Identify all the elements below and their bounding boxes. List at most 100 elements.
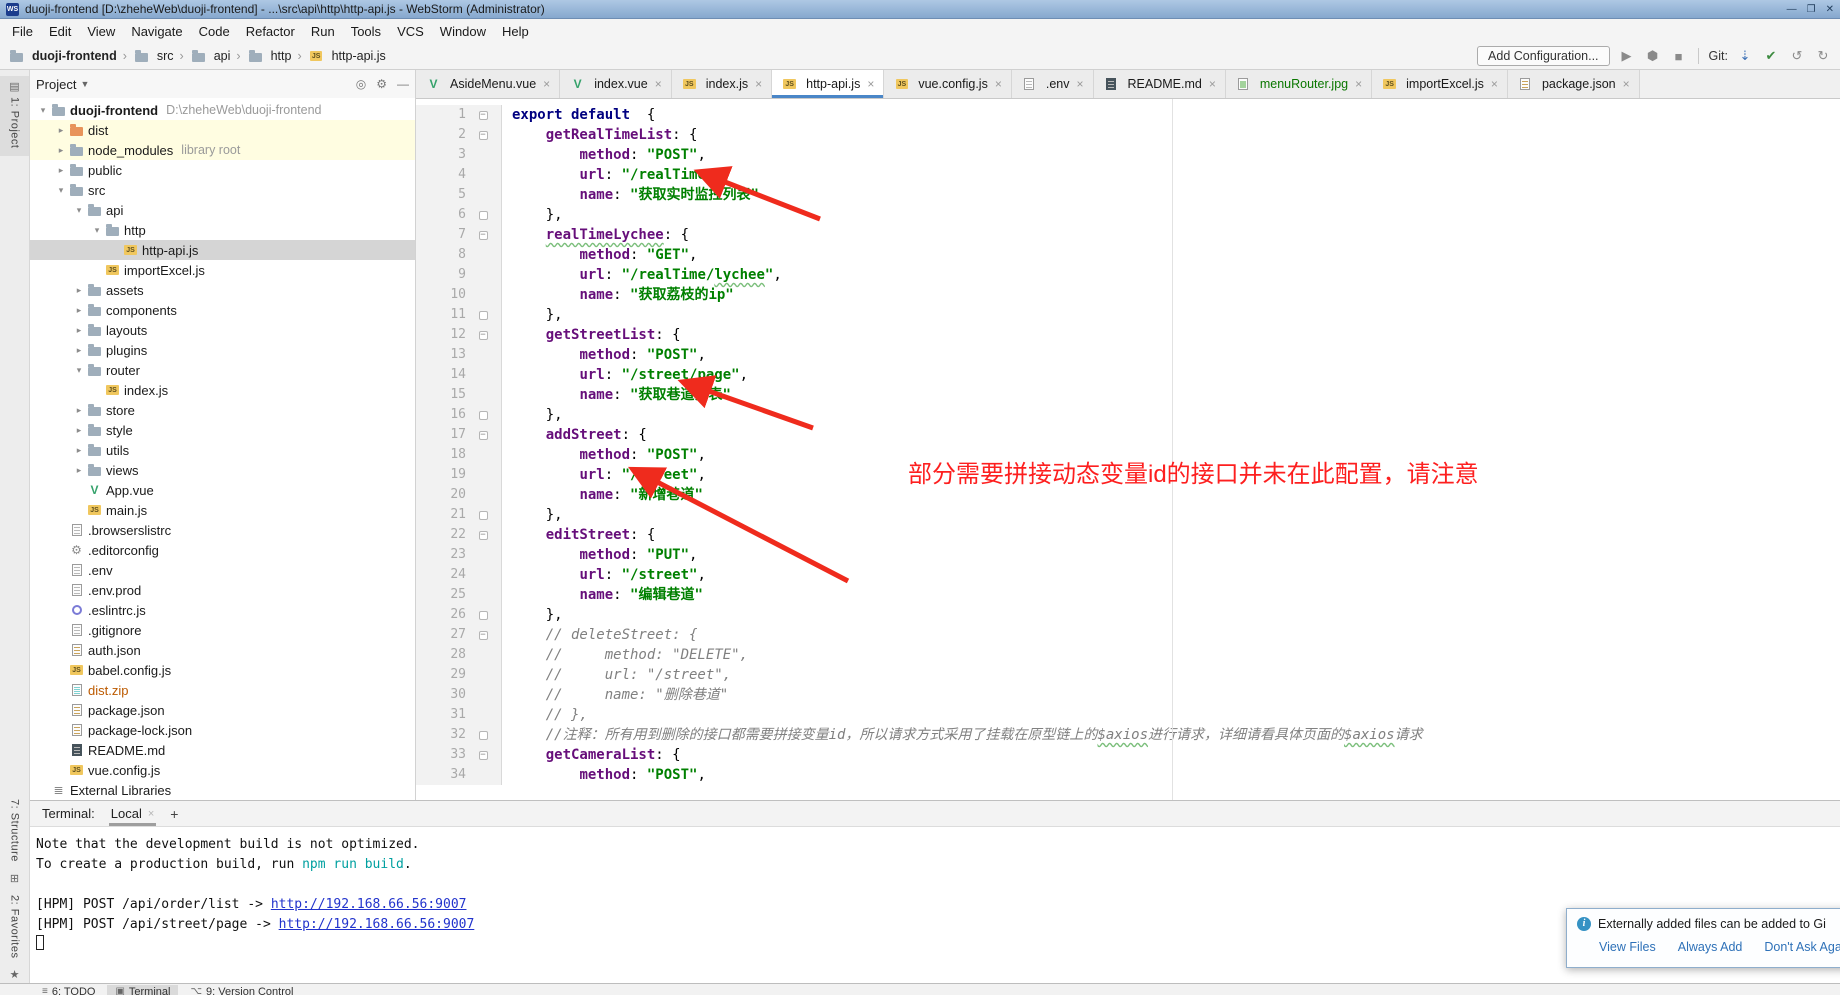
chevron-collapsed-icon[interactable]: ▸ [54, 165, 68, 176]
menu-window[interactable]: Window [432, 21, 494, 42]
settings-gear-icon[interactable]: ⚙ [376, 77, 387, 91]
terminal-link[interactable]: http://192.168.66.56:9007 [271, 897, 467, 912]
editor-tab[interactable]: README.md× [1094, 70, 1226, 98]
editor-tab[interactable]: JSimportExcel.js× [1372, 70, 1508, 98]
fold-marker-icon[interactable] [479, 211, 488, 220]
tree-item[interactable]: JSmain.js [30, 500, 415, 520]
tree-item[interactable]: .eslintrc.js [30, 600, 415, 620]
menu-help[interactable]: Help [494, 21, 537, 42]
chevron-expanded-icon[interactable]: ▾ [90, 225, 104, 236]
history-icon[interactable]: ↻ [1814, 48, 1832, 64]
fold-marker-icon[interactable]: − [479, 631, 488, 640]
editor-tab[interactable]: package.json× [1508, 70, 1640, 98]
tree-item[interactable]: .browserslistrc [30, 520, 415, 540]
notification-action-always-add[interactable]: Always Add [1678, 940, 1743, 954]
statusbar-9-version-control[interactable]: ⌥9: Version Control [182, 985, 301, 995]
fold-marker-icon[interactable] [479, 611, 488, 620]
fold-marker-icon[interactable]: − [479, 431, 488, 440]
vcs-update-icon[interactable]: ⇣ [1736, 48, 1754, 64]
tree-item[interactable]: ▾api [30, 200, 415, 220]
vcs-commit-icon[interactable]: ✔ [1762, 48, 1780, 64]
chevron-collapsed-icon[interactable]: ▸ [54, 145, 68, 156]
close-icon[interactable]: ✕ [1826, 4, 1834, 15]
chevron-collapsed-icon[interactable]: ▸ [72, 305, 86, 316]
debug-icon[interactable]: ⬢ [1644, 48, 1662, 64]
menu-file[interactable]: File [4, 21, 41, 42]
new-terminal-icon[interactable]: + [170, 806, 178, 822]
chevron-collapsed-icon[interactable]: ▸ [72, 405, 86, 416]
tree-item[interactable]: package.json [30, 700, 415, 720]
tab-close-icon[interactable]: × [1491, 77, 1498, 91]
fold-marker-icon[interactable] [479, 731, 488, 740]
tree-item[interactable]: JSimportExcel.js [30, 260, 415, 280]
tree-item[interactable]: ▸components [30, 300, 415, 320]
tree-item[interactable]: ▸layouts [30, 320, 415, 340]
breadcrumb-item[interactable]: api [190, 49, 231, 63]
tool-button-project[interactable]: ▤ 1: Project [0, 76, 29, 156]
tab-close-icon[interactable]: × [1209, 77, 1216, 91]
tree-item[interactable]: package-lock.json [30, 720, 415, 740]
chevron-expanded-icon[interactable]: ▾ [54, 185, 68, 196]
menu-edit[interactable]: Edit [41, 21, 79, 42]
tree-item[interactable]: dist.zip [30, 680, 415, 700]
fold-marker-icon[interactable]: − [479, 531, 488, 540]
chevron-collapsed-icon[interactable]: ▸ [72, 325, 86, 336]
add-configuration-button[interactable]: Add Configuration... [1477, 46, 1610, 66]
editor-tab[interactable]: JSindex.js× [672, 70, 772, 98]
tree-item[interactable]: ▸plugins [30, 340, 415, 360]
fold-marker-icon[interactable] [479, 411, 488, 420]
tool-button-structure[interactable]: 7: Structure [9, 799, 21, 862]
menu-code[interactable]: Code [191, 21, 238, 42]
tree-item[interactable]: README.md [30, 740, 415, 760]
tree-item[interactable]: ▸store [30, 400, 415, 420]
tree-item[interactable]: ▾router [30, 360, 415, 380]
editor-tab[interactable]: JSvue.config.js× [884, 70, 1012, 98]
menu-tools[interactable]: Tools [343, 21, 389, 42]
tab-close-icon[interactable]: × [1076, 77, 1083, 91]
statusbar-terminal[interactable]: ▣Terminal [107, 985, 178, 995]
fold-marker-icon[interactable] [479, 511, 488, 520]
locate-file-icon[interactable]: ◎ [356, 77, 366, 91]
title-bar[interactable]: WS duoji-frontend [D:\zheheWeb\duoji-fro… [0, 0, 1840, 19]
run-icon[interactable]: ▶ [1618, 48, 1636, 64]
fold-marker-icon[interactable]: − [479, 131, 488, 140]
tree-item[interactable]: ▾http [30, 220, 415, 240]
tree-item[interactable]: ▸views [30, 460, 415, 480]
fold-marker-icon[interactable]: − [479, 751, 488, 760]
chevron-collapsed-icon[interactable]: ▸ [72, 345, 86, 356]
tree-item[interactable]: ▾duoji-frontendD:\zheheWeb\duoji-fronten… [30, 100, 415, 120]
tab-close-icon[interactable]: × [655, 77, 662, 91]
tab-close-icon[interactable]: × [1355, 77, 1362, 91]
statusbar-6-todo[interactable]: ≡6: TODO [34, 985, 103, 995]
fold-marker-icon[interactable]: − [479, 231, 488, 240]
tree-item[interactable]: ▾src [30, 180, 415, 200]
tab-close-icon[interactable]: × [867, 77, 874, 91]
editor-tab[interactable]: VAsideMenu.vue× [416, 70, 560, 98]
tab-close-icon[interactable]: × [543, 77, 550, 91]
tree-item[interactable]: .env.prod [30, 580, 415, 600]
stop-icon[interactable]: ■ [1670, 49, 1688, 64]
tree-item[interactable]: auth.json [30, 640, 415, 660]
minimize-icon[interactable]: — [1787, 4, 1797, 15]
chevron-expanded-icon[interactable]: ▾ [36, 105, 50, 116]
tree-item[interactable]: .env [30, 560, 415, 580]
project-view-selector[interactable]: Project ▼ [36, 77, 89, 92]
tree-item[interactable]: ▸dist [30, 120, 415, 140]
editor-tab[interactable]: Vindex.vue× [560, 70, 672, 98]
notification-action-don-t-ask-agai[interactable]: Don't Ask Agai [1764, 940, 1840, 954]
tree-item[interactable]: .gitignore [30, 620, 415, 640]
editor-tab[interactable]: .env× [1012, 70, 1094, 98]
code-editor[interactable]: 1−export default {2− getRealTimeList: {3… [416, 99, 1840, 800]
notification-action-view-files[interactable]: View Files [1599, 940, 1656, 954]
breadcrumb-item[interactable]: http [247, 49, 292, 63]
tree-item[interactable]: ▸assets [30, 280, 415, 300]
chevron-expanded-icon[interactable]: ▾ [72, 205, 86, 216]
maximize-icon[interactable]: ❐ [1807, 4, 1816, 15]
tree-item[interactable]: JSvue.config.js [30, 760, 415, 780]
tree-item[interactable]: JShttp-api.js [30, 240, 415, 260]
tree-item[interactable]: ▸style [30, 420, 415, 440]
editor-tab[interactable]: menuRouter.jpg× [1226, 70, 1372, 98]
hide-panel-icon[interactable]: — [397, 77, 409, 91]
chevron-collapsed-icon[interactable]: ▸ [72, 425, 86, 436]
chevron-collapsed-icon[interactable]: ▸ [72, 465, 86, 476]
